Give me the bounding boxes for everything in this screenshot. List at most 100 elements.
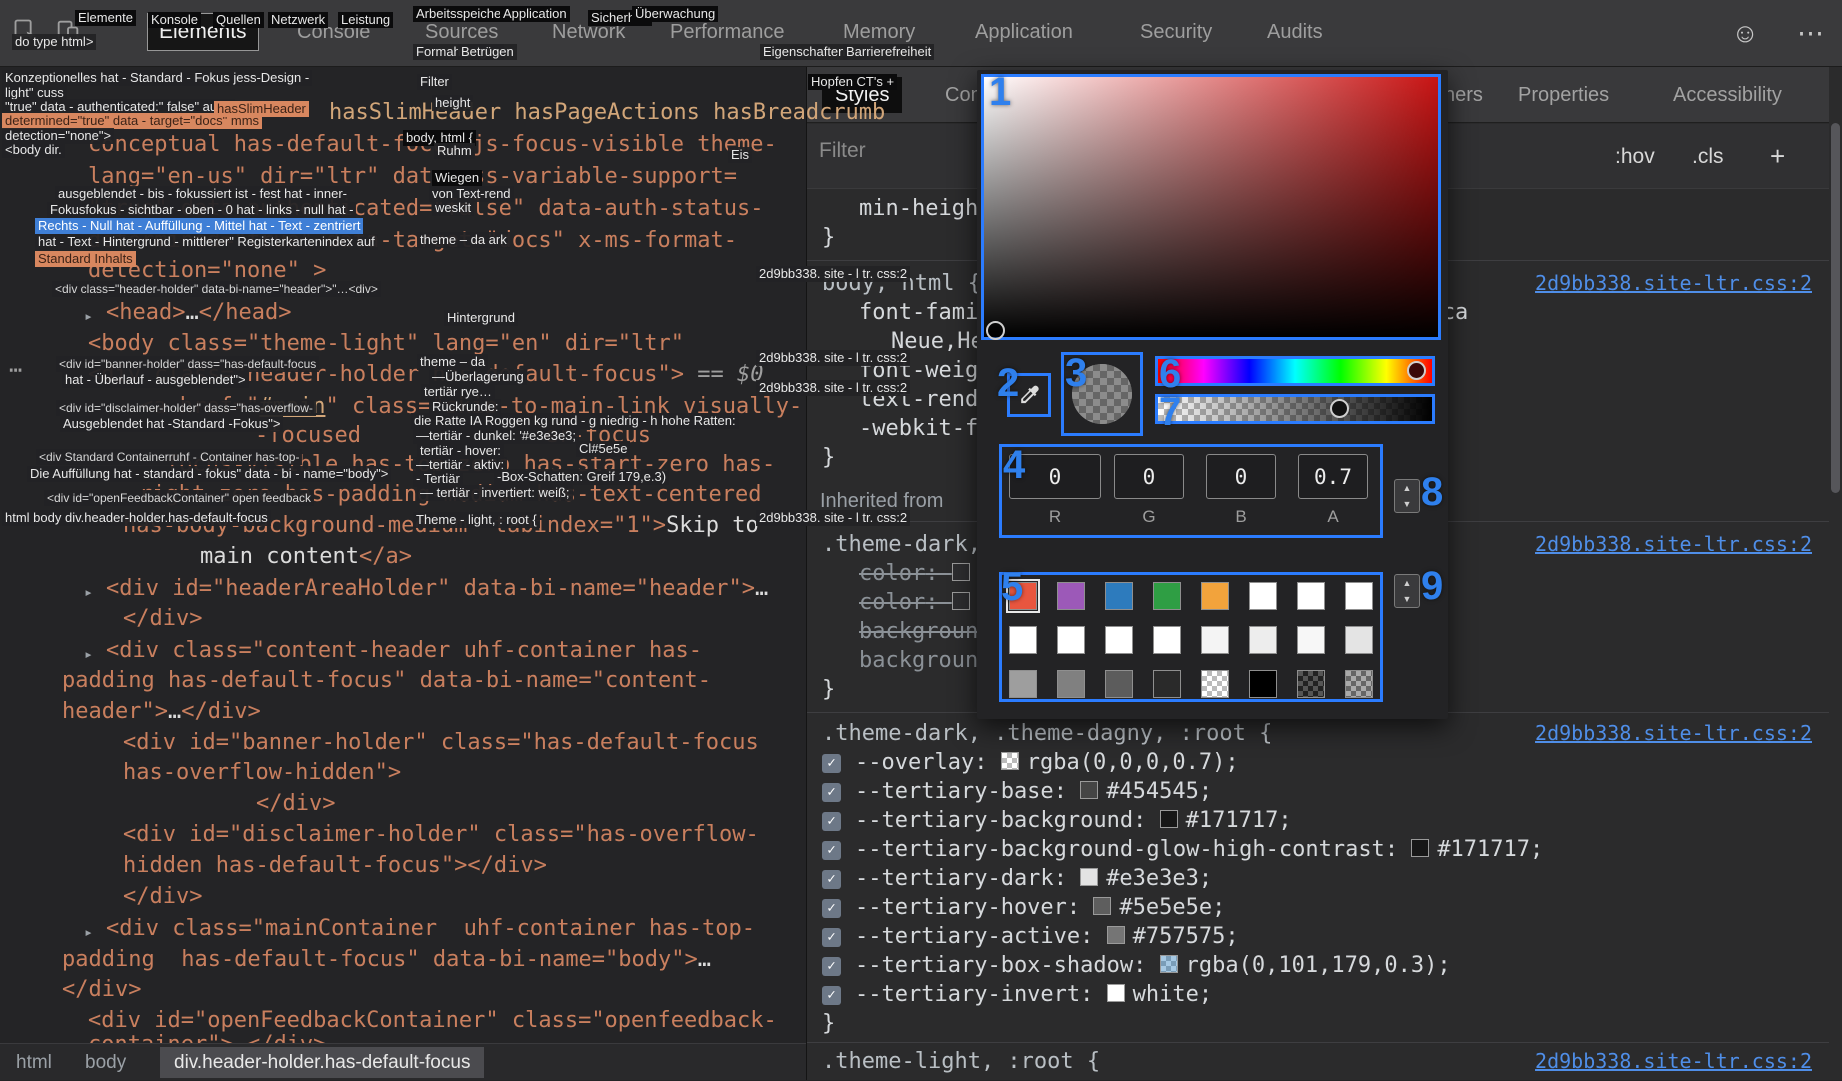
stylesheet-source-link[interactable]: 2d9bb338.site-ltr.css:2 [1535,1047,1812,1076]
hover-state-button[interactable]: :hov [1615,124,1655,189]
palette-swatch[interactable] [1057,626,1085,654]
hue-slider-thumb[interactable] [1407,361,1426,380]
tab-audits[interactable]: Audits [1267,0,1323,67]
class-toggle-button[interactable]: .cls [1692,124,1724,189]
color-swatch[interactable] [1080,868,1098,886]
palette-swatch[interactable] [1105,670,1133,698]
stylesheet-source-link[interactable]: 2d9bb338.site-ltr.css:2 [1535,530,1812,559]
palette-swatch[interactable] [1345,626,1373,654]
dom-tree-node[interactable]: -focused [255,423,361,449]
palette-swatch[interactable] [1009,670,1037,698]
dom-tree-node[interactable]: header">…</div> [62,699,261,725]
palette-swatch[interactable] [1249,582,1277,610]
palette-swatch[interactable] [1105,582,1133,610]
green-value-field[interactable] [1114,454,1184,499]
dom-tree-node[interactable]: right-zero has-padding-medium has-text-c… [139,482,762,508]
color-swatch[interactable] [1093,897,1111,915]
dom-tree-node[interactable]: er-focus [545,423,651,449]
breadcrumb-item[interactable]: body [85,1044,126,1081]
palette-switcher[interactable]: ▲▼ [1394,574,1420,608]
dom-tree-node[interactable]: determined="true" data-target="docs" x-m… [88,228,737,254]
inspect-element-icon[interactable] [12,17,40,50]
property-checkbox[interactable]: ✓ [822,986,841,1005]
dom-tree-node[interactable]: </div> [123,884,202,910]
color-swatch[interactable] [1107,984,1125,1002]
property-checkbox[interactable]: ✓ [822,812,841,831]
color-swatch[interactable] [1107,926,1125,944]
opacity-slider[interactable] [1155,394,1435,424]
dom-tree-node[interactable]: <div id="banner-holder" class="has-defau… [123,730,759,756]
dom-tree-node[interactable]: conceptual has-default-focus js-focus-vi… [88,132,777,158]
dom-tree-node[interactable]: <a href="#main" class="skip-to-main-link… [140,394,802,420]
dom-tree-node[interactable]: hidden has-default-focus"></div> [123,853,547,879]
property-checkbox[interactable]: ✓ [822,899,841,918]
dom-tree-node[interactable]: <body class="theme-light" lang="en" dir=… [88,331,684,357]
palette-swatch[interactable] [1057,670,1085,698]
tab-application[interactable]: Application [975,0,1073,67]
palette-swatch[interactable] [1297,582,1325,610]
palette-swatch[interactable] [1153,626,1181,654]
tab-accessibility[interactable]: Accessibility [1673,67,1782,123]
dom-tree-node[interactable]: focus-visible has-top-zero has-start-zer… [166,452,775,478]
palette-swatch[interactable] [1153,582,1181,610]
palette-swatch[interactable] [1345,670,1373,698]
dom-tree-node[interactable]: ▸<div class="mainContainer uhf-container… [106,916,755,942]
palette-swatch[interactable] [1345,582,1373,610]
dom-tree-node[interactable]: </div> [62,977,141,1003]
breadcrumb-item[interactable]: html [16,1044,52,1081]
property-checkbox[interactable]: ✓ [822,841,841,860]
dom-tree-node[interactable]: ▸<head>…</head> [106,300,291,326]
dom-tree-node[interactable]: <div id="openFeedbackContainer" class="o… [88,1008,777,1034]
hue-slider[interactable] [1155,356,1435,386]
stylesheet-source-link[interactable]: 2d9bb338.site-ltr.css:2 [1535,719,1812,748]
styles-scrollbar[interactable] [1829,67,1842,1080]
palette-swatch[interactable] [1057,582,1085,610]
dom-tree-node[interactable]: ▸<div class="content-header uhf-containe… [106,638,702,664]
palette-swatch[interactable] [1297,670,1325,698]
palette-swatch[interactable] [1201,626,1229,654]
dom-tree-node[interactable]: "true" data-authenticated="false" data-a… [88,196,764,222]
new-style-rule-button[interactable]: + [1770,124,1785,189]
dom-tree-node[interactable]: detection="none" > [88,258,326,284]
property-checkbox[interactable]: ✓ [822,783,841,802]
feedback-smiley-icon[interactable]: ☺ [1731,20,1759,47]
opacity-slider-thumb[interactable] [1330,399,1349,418]
blue-value-field[interactable] [1206,454,1276,499]
property-checkbox[interactable]: ✓ [822,928,841,947]
palette-swatch[interactable] [1249,626,1277,654]
dom-tree-node[interactable]: lang="en-us" dir="ltr" data-css-variable… [88,164,737,190]
color-format-toggle[interactable]: ▲▼ [1394,479,1420,513]
tab-security[interactable]: Security [1140,0,1212,67]
dom-tree-node[interactable]: padding has-default-focus" data-bi-name=… [62,668,711,694]
property-checkbox[interactable]: ✓ [822,754,841,773]
expand-arrow-icon[interactable]: ▸ [84,919,93,945]
gradient-thumb[interactable] [986,321,1005,340]
dom-tree-node[interactable]: <div class="header-holder has-default-fo… [88,362,764,388]
dom-tree-node[interactable]: hasSlimHeader hasPageActions hasBreadcru… [329,100,885,126]
palette-swatch[interactable] [1201,670,1229,698]
color-swatch[interactable] [1160,810,1178,828]
expand-arrow-icon[interactable]: ▸ [84,641,93,667]
stylesheet-source-link[interactable]: 2d9bb338.site-ltr.css:2 [1535,269,1812,298]
property-checkbox[interactable]: ✓ [822,957,841,976]
color-swatch[interactable] [952,592,970,610]
palette-swatch[interactable] [1009,626,1037,654]
dom-tree-node[interactable]: has-body-background-medium" tabindex="1"… [123,513,759,539]
shades-gradient-area[interactable] [981,74,1441,340]
dom-tree-node[interactable]: padding has-default-focus" data-bi-name=… [62,947,711,973]
alpha-value-field[interactable] [1298,454,1368,499]
tab-performance[interactable]: Performance [670,0,785,67]
palette-swatch[interactable] [1297,626,1325,654]
tab-elements[interactable]: Elements [147,13,259,51]
dom-tree-node[interactable]: <div id="disclaimer-holder" class="has-o… [123,822,759,848]
tab-sources[interactable]: Sources [425,0,498,67]
scrollbar-thumb[interactable] [1831,123,1840,493]
expand-arrow-icon[interactable]: ▸ [84,303,93,329]
palette-swatch[interactable] [1153,670,1181,698]
dom-tree-node[interactable]: main content</a> [200,544,412,570]
tab-console[interactable]: Console [297,0,370,67]
property-checkbox[interactable]: ✓ [822,870,841,889]
dom-tree-node[interactable]: ▸<div id="headerAreaHolder" data-bi-name… [106,576,768,602]
color-swatch[interactable] [952,563,970,581]
color-swatch[interactable] [1080,781,1098,799]
